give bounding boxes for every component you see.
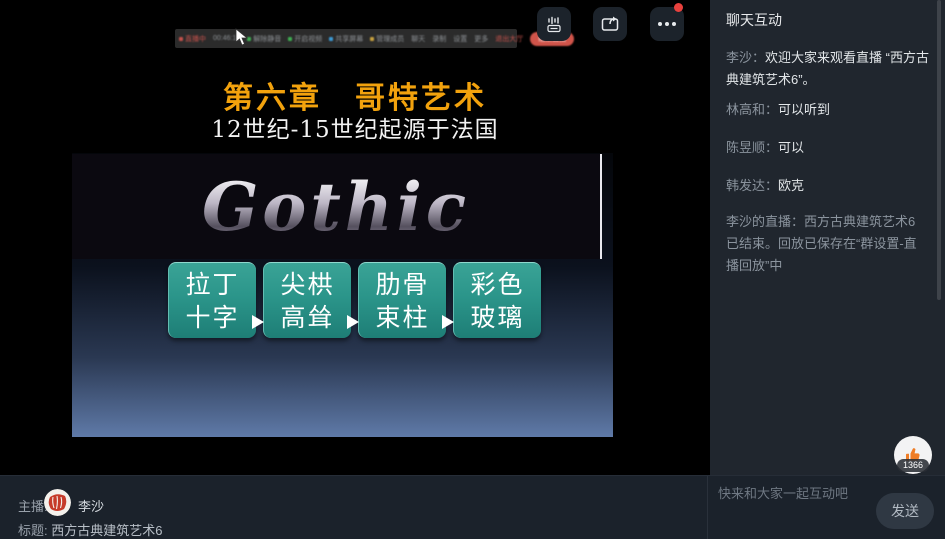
slide-box-stained-glass: 彩色 玻璃 — [453, 262, 541, 338]
box-line: 拉丁 — [185, 268, 239, 301]
slide-box-pointed-arch: 尖栱 高耸 — [263, 262, 351, 338]
chat-message-sender: 陈昱顺： — [726, 140, 778, 155]
chat-message-sender: 李沙： — [726, 50, 765, 65]
box-line: 束柱 — [375, 301, 429, 334]
toolbar-item-share: 共享屏幕 — [329, 34, 363, 44]
arrow-right-icon — [347, 315, 359, 329]
panel-divider — [707, 476, 708, 539]
toolbar-item-record: 录制 — [432, 34, 446, 44]
share-screen-button[interactable] — [593, 7, 627, 41]
host-name: 李沙 — [78, 496, 104, 515]
chat-message-text: 可以听到 — [778, 102, 830, 117]
voice-captions-icon — [545, 15, 563, 33]
chat-message-text: 可以 — [778, 140, 804, 155]
slide-panel: Gothic 拉丁 十字 尖栱 高耸 肋骨 束柱 彩色 玻璃 — [72, 153, 613, 437]
box-line: 十字 — [185, 301, 239, 334]
mouse-cursor-icon — [235, 28, 249, 46]
captured-meeting-toolbar: 直播中 00:46:10 解除静音 开启视频 共享屏幕 管理成员 聊天 录制 设… — [175, 29, 517, 48]
more-dots-icon — [658, 22, 676, 26]
host-avatar — [44, 489, 71, 516]
box-line: 肋骨 — [375, 268, 429, 301]
toolbar-item-more: 更多 — [474, 34, 488, 44]
box-line: 玻璃 — [470, 301, 524, 334]
system-message: 李沙的直播：西方古典建筑艺术6 已结束。回放已保存在“群设置-直播回放”中 — [726, 211, 926, 277]
stream-title-value: 西方古典建筑艺术6 — [51, 523, 162, 538]
toolbar-item-members: 管理成员 — [370, 34, 404, 44]
stream-title-row: 标题: 西方古典建筑艺术6 — [18, 520, 162, 539]
slide-subtitle: 12世纪-15世纪起源于法国 — [0, 110, 710, 144]
toolbar-exit-label: 退出大厅 — [495, 34, 523, 44]
chat-message: 林高和：可以听到 — [726, 99, 931, 121]
captions-button[interactable] — [537, 7, 571, 41]
arrow-right-icon — [442, 315, 454, 329]
chat-scrollbar[interactable] — [937, 0, 941, 300]
toolbar-item-video: 开启视频 — [288, 34, 322, 44]
live-status-label: 直播中 — [179, 34, 206, 44]
stream-title-label: 标题: — [18, 523, 48, 538]
seal-avatar-icon — [44, 489, 71, 516]
toolbar-item-chat: 聊天 — [411, 34, 425, 44]
chat-message-text: 欧克 — [778, 178, 804, 193]
share-screen-icon — [600, 14, 620, 34]
host-label: 主播: — [18, 496, 48, 515]
like-count-badge: 1366 — [897, 459, 929, 472]
box-line: 高耸 — [280, 301, 334, 334]
more-button[interactable] — [650, 7, 684, 41]
video-area: 直播中 00:46:10 解除静音 开启视频 共享屏幕 管理成员 聊天 录制 设… — [0, 0, 710, 475]
box-line: 尖栱 — [280, 268, 334, 301]
slide-box-latin-cross: 拉丁 十字 — [168, 262, 256, 338]
chat-message: 陈昱顺：可以 — [726, 137, 931, 159]
chat-input[interactable] — [718, 486, 868, 501]
bottom-bar: 主播: 李沙 标题: 西方古典建筑艺术6 发送 — [0, 475, 945, 539]
chat-panel: 聊天互动 李沙：欢迎大家来观看直播 “西方古典建筑艺术6”。 林高和：可以听到 … — [710, 0, 945, 475]
send-button[interactable]: 发送 — [876, 493, 934, 529]
toolbar-item-mute: 解除静音 — [247, 34, 281, 44]
box-line: 彩色 — [470, 268, 524, 301]
toolbar-item-settings: 设置 — [453, 34, 467, 44]
gothic-logo-text: Gothic — [202, 168, 470, 246]
chat-message-sender: 林高和： — [726, 102, 778, 117]
chat-panel-title: 聊天互动 — [726, 10, 782, 30]
arrow-right-icon — [252, 315, 264, 329]
gothic-logo-image: Gothic — [72, 154, 602, 259]
notification-dot — [674, 3, 683, 12]
slide-box-rib-vault: 肋骨 束柱 — [358, 262, 446, 338]
chat-message: 韩发达：欧克 — [726, 175, 931, 197]
chat-message: 李沙：欢迎大家来观看直播 “西方古典建筑艺术6”。 — [726, 47, 931, 91]
chat-message-sender: 韩发达： — [726, 178, 778, 193]
